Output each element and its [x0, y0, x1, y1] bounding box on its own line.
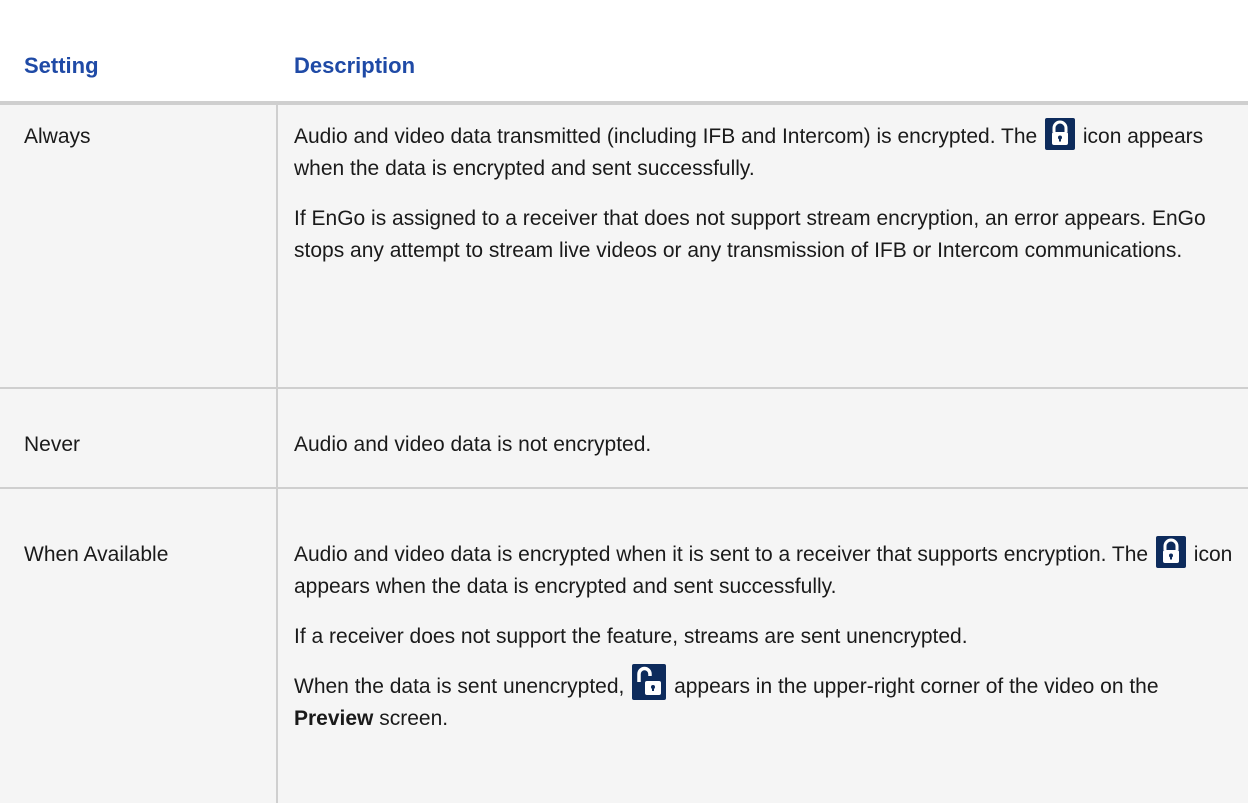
- setting-always: Always: [24, 125, 91, 148]
- paragraph: If EnGo is assigned to a receiver that d…: [294, 207, 1206, 262]
- text: screen.: [379, 707, 449, 730]
- description-never: Audio and video data is not encrypted.: [294, 429, 1234, 479]
- paragraph: Audio and video data is not encrypted.: [294, 433, 652, 456]
- setting-when-available: When Available: [24, 543, 169, 566]
- text: appears in the upper-right corner of the…: [674, 675, 1159, 698]
- encryption-settings-table: Setting Description Always Audio and vid…: [0, 0, 1248, 803]
- lock-icon: [1045, 118, 1076, 151]
- lock-icon: [1155, 536, 1186, 569]
- table-row-when-available: When Available Audio and video data is e…: [0, 489, 1248, 803]
- setting-never: Never: [24, 433, 81, 456]
- column-divider: [276, 105, 278, 803]
- paragraph: Audio and video data transmitted (includ…: [294, 118, 1234, 185]
- paragraph: If a receiver does not support the featu…: [294, 625, 968, 648]
- table-row-always: Always Audio and video data transmitted …: [0, 105, 1248, 387]
- table-row-never: Never Audio and video data is not encryp…: [0, 389, 1248, 487]
- description-always: Audio and video data transmitted (includ…: [294, 118, 1234, 285]
- header-description: Description: [294, 53, 416, 78]
- paragraph: When the data is sent unencrypted, appea…: [294, 664, 1234, 735]
- paragraph: Audio and video data is encrypted when i…: [294, 536, 1234, 603]
- text: When the data is sent unencrypted,: [294, 675, 625, 698]
- unlock-icon: [632, 664, 667, 701]
- description-when-available: Audio and video data is encrypted when i…: [294, 536, 1234, 753]
- header-setting: Setting: [24, 53, 99, 78]
- text: Audio and video data is encrypted when i…: [294, 543, 1149, 566]
- preview-bold-text: Preview: [294, 707, 374, 730]
- text: Audio and video data transmitted (includ…: [294, 125, 1038, 148]
- table-header-row: Setting Description: [0, 8, 1248, 101]
